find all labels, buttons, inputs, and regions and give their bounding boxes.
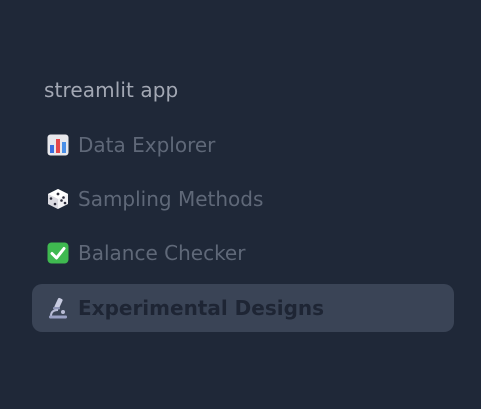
nav-item-label: Experimental Designs — [78, 296, 325, 320]
nav-item-data-explorer[interactable]: Data Explorer — [32, 121, 454, 169]
nav-item-experimental-designs[interactable]: Experimental Designs — [32, 284, 454, 332]
nav-item-sampling-methods[interactable]: Sampling Methods — [32, 175, 454, 223]
nav-item-label: Balance Checker — [78, 241, 246, 265]
check-mark-icon — [46, 241, 70, 265]
nav-item-label: Data Explorer — [78, 133, 216, 157]
microscope-icon — [46, 296, 70, 320]
bar-chart-icon — [46, 133, 70, 157]
nav-item-balance-checker[interactable]: Balance Checker — [32, 229, 454, 277]
sidebar-nav: streamlit app Data Explorer Sampling Met… — [0, 0, 481, 409]
nav-item-label: Sampling Methods — [78, 187, 264, 211]
app-title-link[interactable]: streamlit app — [44, 78, 178, 102]
dice-icon — [46, 187, 70, 211]
